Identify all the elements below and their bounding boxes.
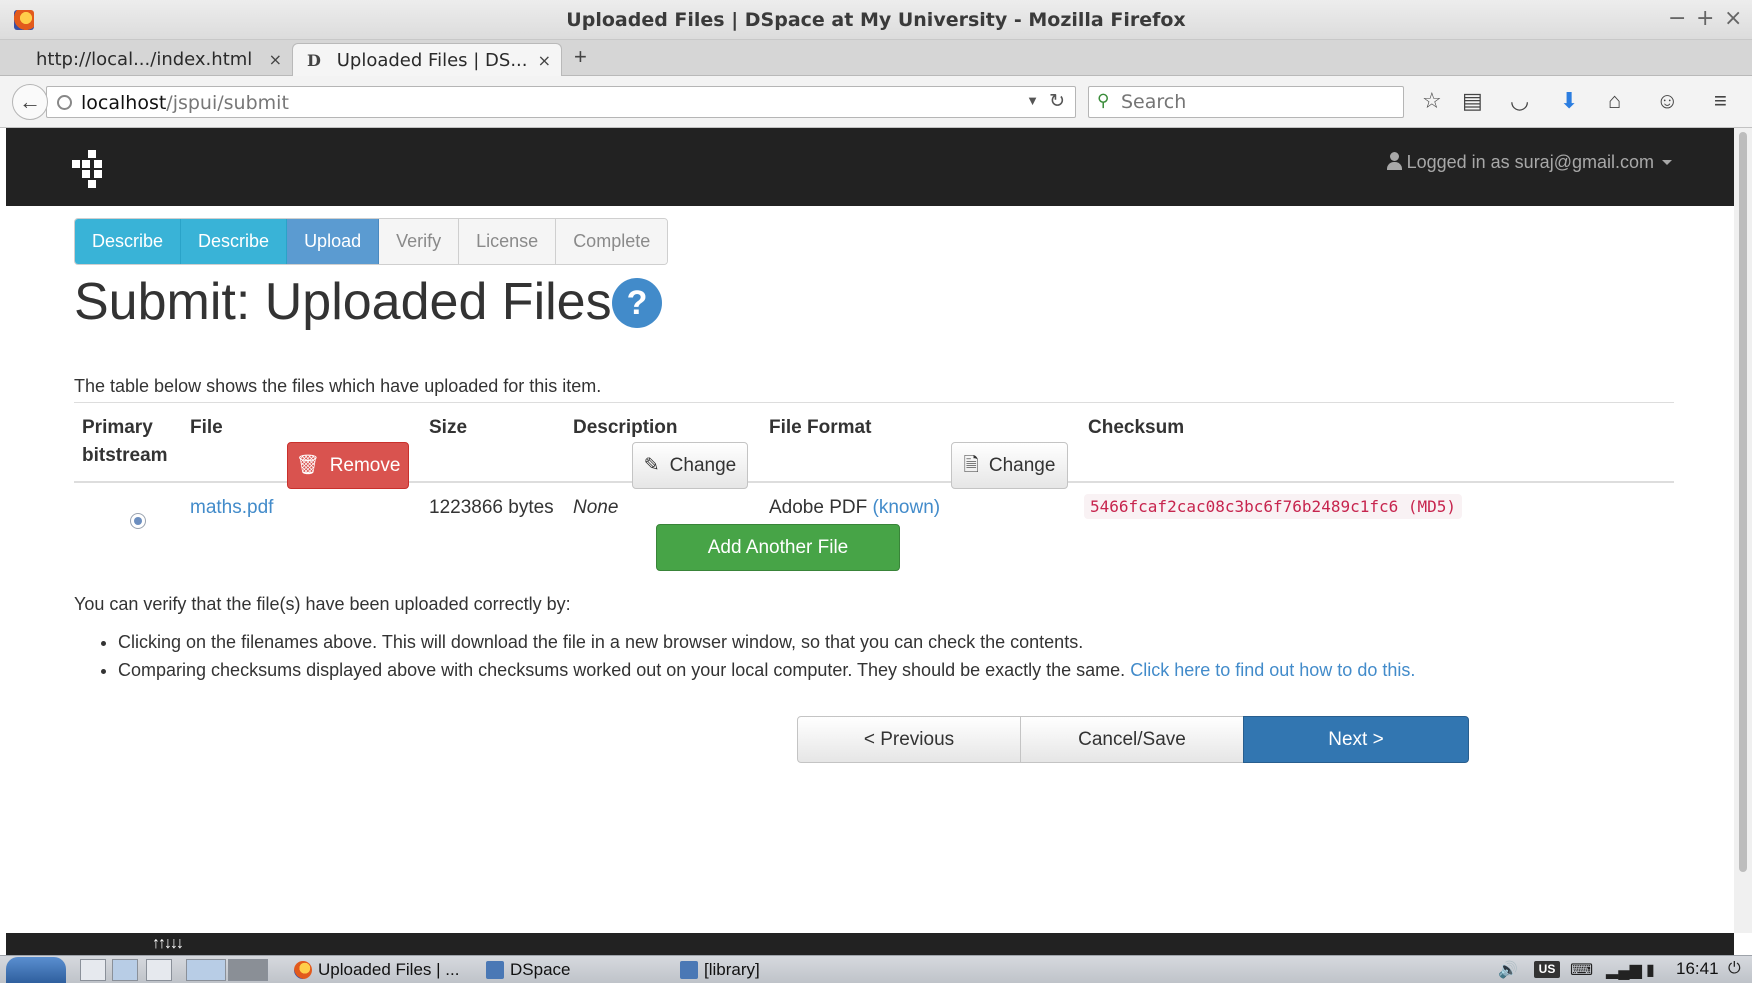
reading-list-icon[interactable]: ▤	[1462, 88, 1483, 114]
pencil-icon: ✎	[643, 455, 660, 476]
back-arrow-icon: ←	[19, 89, 41, 114]
taskbar-item-firefox[interactable]: Uploaded Files | ...	[292, 958, 459, 982]
col-header-description: Description	[573, 417, 678, 438]
start-menu-button[interactable]	[6, 957, 66, 983]
primary-bitstream-radio[interactable]	[130, 513, 146, 529]
cancel-save-button[interactable]: Cancel/Save	[1020, 716, 1244, 763]
step-verify: Verify	[379, 219, 460, 264]
downloads-icon[interactable]: ⬇	[1560, 88, 1578, 114]
terminal-launcher-icon[interactable]	[146, 959, 172, 981]
reload-icon[interactable]: ↻	[1049, 90, 1065, 113]
search-icon: ⚲	[1097, 91, 1110, 110]
col-header-format: File Format	[769, 417, 872, 438]
maximize-button[interactable]: +	[1696, 6, 1714, 31]
uploaded-files-table	[74, 402, 1674, 403]
search-bar[interactable]: ⚲	[1088, 86, 1404, 118]
dspace-footer: ↑↑↓↓↓	[6, 933, 1734, 955]
file-link[interactable]: maths.pdf	[190, 497, 273, 519]
file-size: 1223866 bytes	[429, 497, 554, 518]
format-known-link[interactable]: (known)	[873, 497, 941, 518]
pocket-icon[interactable]: ◡	[1510, 88, 1529, 114]
page-viewport: Logged in as suraj@gmail.com Describe De…	[6, 128, 1734, 933]
file-icon: 🗎	[963, 455, 979, 476]
remove-button[interactable]: 🗑 Remove	[287, 442, 409, 489]
list-item: Clicking on the filenames above. This wi…	[118, 628, 1415, 656]
trash-icon: 🗑	[295, 455, 320, 476]
network-signal-icon[interactable]: ▂▄▆	[1606, 960, 1642, 980]
page-title: Submit: Uploaded Files	[74, 273, 612, 331]
page-scrollbar[interactable]	[1734, 128, 1752, 933]
bookmark-star-icon[interactable]: ☆	[1422, 88, 1442, 114]
clock[interactable]: 16:41	[1676, 959, 1719, 979]
verify-lead: You can verify that the file(s) have bee…	[74, 594, 571, 614]
url-bar[interactable]: localhost/jspui/submit ▼ ↻	[46, 86, 1076, 118]
verify-list: Clicking on the filenames above. This wi…	[118, 628, 1415, 684]
col-header-checksum: Checksum	[1088, 417, 1185, 438]
battery-icon[interactable]: ▮	[1646, 960, 1655, 980]
browser-launcher-icon[interactable]	[112, 959, 138, 981]
close-tab-icon[interactable]: ×	[269, 50, 282, 69]
checksum-help-link[interactable]: Click here to find out how to do this.	[1130, 660, 1415, 680]
change-format-button[interactable]: 🗎 Change	[951, 442, 1068, 489]
file-manager-launcher-icon[interactable]	[80, 959, 106, 981]
nav-bar: localhost/jspui/submit ▼ ↻ ← ⚲ ☆ ▤ ◡ ⬇ ⌂…	[0, 76, 1752, 128]
search-input[interactable]	[1121, 91, 1391, 113]
user-menu-label: Logged in as suraj@gmail.com	[1406, 152, 1654, 172]
workspace-2-button[interactable]	[228, 959, 268, 981]
previous-button[interactable]: < Previous	[797, 716, 1021, 763]
window-title: Uploaded Files | DSpace at My University…	[566, 9, 1186, 31]
step-complete: Complete	[556, 219, 668, 264]
taskbar-item-library[interactable]: [library]	[678, 958, 760, 982]
step-describe-1[interactable]: Describe	[75, 219, 182, 264]
taskbar-item-dspace[interactable]: DSpace	[484, 958, 570, 982]
col-header-size: Size	[429, 417, 468, 438]
url-text: localhost/jspui/submit	[81, 92, 289, 114]
file-checksum: 5466fcaf2cac08c3bc6f76b2489c1fc6 (MD5)	[1084, 494, 1463, 519]
caret-down-icon	[1662, 160, 1672, 165]
pins-icon: ↑↑↓↓↓	[152, 935, 184, 952]
step-upload[interactable]: Upload	[287, 219, 380, 264]
chat-icon[interactable]: ☺	[1656, 88, 1678, 114]
minimize-button[interactable]: −	[1668, 6, 1686, 31]
col-header-primary: Primary bitstream	[82, 417, 168, 466]
list-item: Comparing checksums displayed above with…	[118, 656, 1415, 684]
dspace-favicon-icon: D	[307, 51, 321, 70]
file-format: Adobe PDF (known)	[769, 497, 941, 518]
new-tab-button[interactable]: +	[574, 44, 587, 70]
back-button[interactable]: ←	[12, 84, 48, 120]
os-taskbar: Uploaded Files | ... DSpace [library] 🔊 …	[0, 955, 1752, 983]
add-another-file-button[interactable]: Add Another File	[656, 524, 900, 571]
close-tab-icon[interactable]: ×	[538, 51, 551, 70]
step-license: License	[459, 219, 557, 264]
volume-icon[interactable]: 🔊	[1498, 960, 1518, 980]
keyboard-layout-badge[interactable]: US	[1534, 961, 1560, 978]
close-window-button[interactable]: ×	[1724, 6, 1742, 31]
col-header-file: File	[190, 417, 223, 438]
user-icon	[1386, 152, 1402, 170]
intro-text: The table below shows the files which ha…	[74, 376, 602, 396]
keyboard-icon[interactable]: ⌨	[1570, 960, 1593, 980]
tab-label: Uploaded Files | DS...	[336, 50, 528, 71]
step-describe-2[interactable]: Describe	[181, 219, 288, 264]
submission-progress: Describe Describe Upload Verify License …	[74, 218, 669, 265]
next-button[interactable]: Next >	[1243, 716, 1469, 763]
url-dropdown-icon[interactable]: ▼	[1026, 93, 1039, 108]
change-description-button[interactable]: ✎ Change	[632, 442, 748, 489]
tab-strip: http://local.../index.html × D Uploaded …	[0, 40, 1752, 76]
dspace-logo-icon[interactable]	[72, 150, 112, 190]
help-icon[interactable]: ?	[612, 278, 662, 328]
workspace-1-button[interactable]	[186, 959, 226, 981]
scrollbar-thumb[interactable]	[1739, 132, 1747, 872]
tab-uploaded-files[interactable]: D Uploaded Files | DS... ×	[292, 43, 562, 76]
tab-label: http://local.../index.html	[36, 49, 253, 70]
dspace-header: Logged in as suraj@gmail.com	[6, 128, 1734, 206]
site-info-icon[interactable]	[57, 95, 72, 110]
window-titlebar: Uploaded Files | DSpace at My University…	[0, 0, 1752, 40]
menu-icon[interactable]: ≡	[1714, 88, 1727, 114]
file-description: None	[573, 497, 619, 518]
user-menu[interactable]: Logged in as suraj@gmail.com	[1386, 152, 1672, 173]
tab-index[interactable]: http://local.../index.html ×	[22, 43, 292, 76]
home-icon[interactable]: ⌂	[1608, 88, 1621, 114]
power-icon[interactable]: ⏻	[1728, 960, 1741, 978]
